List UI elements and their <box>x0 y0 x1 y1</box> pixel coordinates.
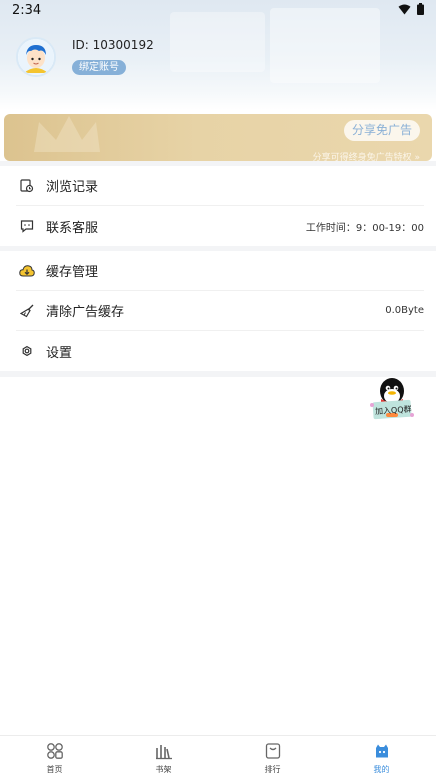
menu-item-cache-management[interactable]: 缓存管理 <box>16 251 424 291</box>
share-banner[interactable]: 分享免广告 分享可得终身免广告特权 » <box>4 114 432 161</box>
menu-item-label: 清除广告缓存 <box>46 305 125 320</box>
menu-item-settings[interactable]: 设置 <box>16 331 424 371</box>
cloud-download-icon <box>18 262 36 280</box>
tab-label: 排行 <box>264 765 281 774</box>
tab-label: 书架 <box>155 765 172 774</box>
status-bar: 2:34 <box>0 0 436 22</box>
tab-label: 首页 <box>46 765 63 774</box>
bottom-tab-bar: 首页 书架 排行 我的 <box>0 735 436 776</box>
share-remove-ads-button[interactable]: 分享免广告 <box>343 120 420 141</box>
menu-group-1: 浏览记录 联系客服 工作时间：9：00-19：00 <box>0 166 436 246</box>
tab-mine[interactable]: 我的 <box>327 736 436 776</box>
avatar[interactable] <box>16 37 56 77</box>
profile-page: 2:34 ID: 10300192 绑定账号 分享免广告 分享可得终身免广告特权… <box>0 0 436 776</box>
bookshelf-icon <box>155 745 172 760</box>
menu-group-2: 缓存管理 清除广告缓存 0.0Byte 设置 <box>0 251 436 371</box>
history-icon <box>18 177 36 195</box>
bind-account-button[interactable]: 绑定账号 <box>72 60 126 75</box>
menu-item-label: 浏览记录 <box>46 180 99 195</box>
share-banner-subtext: 分享可得终身免广告特权 » <box>312 153 420 161</box>
tab-label: 我的 <box>373 765 390 774</box>
menu-item-label: 设置 <box>46 345 73 361</box>
status-icons <box>398 3 424 15</box>
avatar-boy-icon <box>18 39 54 75</box>
ad-cache-size: 0.0Byte <box>385 305 424 316</box>
chat-icon <box>18 217 36 235</box>
mine-icon <box>375 744 388 758</box>
tab-home[interactable]: 首页 <box>0 736 109 776</box>
battery-icon <box>417 3 424 15</box>
menu-item-history[interactable]: 浏览记录 <box>16 166 424 206</box>
join-qq-group-label: 加入QQ群 <box>374 404 412 417</box>
menu-item-label: 联系客服 <box>46 220 99 236</box>
tab-ranking[interactable]: 排行 <box>218 736 327 776</box>
service-hours: 工作时间：9：00-19：00 <box>305 222 424 234</box>
broom-icon <box>18 302 36 320</box>
gear-icon <box>18 342 36 360</box>
menu-item-clear-ad-cache[interactable]: 清除广告缓存 0.0Byte <box>16 291 424 331</box>
wifi-icon <box>398 4 411 14</box>
home-icon <box>46 743 63 759</box>
menu-item-customer-service[interactable]: 联系客服 工作时间：9：00-19：00 <box>16 206 424 246</box>
tab-bookshelf[interactable]: 书架 <box>109 736 218 776</box>
menu-item-label: 缓存管理 <box>46 265 99 280</box>
join-qq-group-button[interactable]: 加入QQ群 <box>366 375 418 425</box>
ranking-icon <box>265 743 280 759</box>
crown-decor-icon <box>34 116 100 152</box>
status-time: 2:34 <box>12 3 42 18</box>
user-id: ID: 10300192 <box>72 38 154 52</box>
